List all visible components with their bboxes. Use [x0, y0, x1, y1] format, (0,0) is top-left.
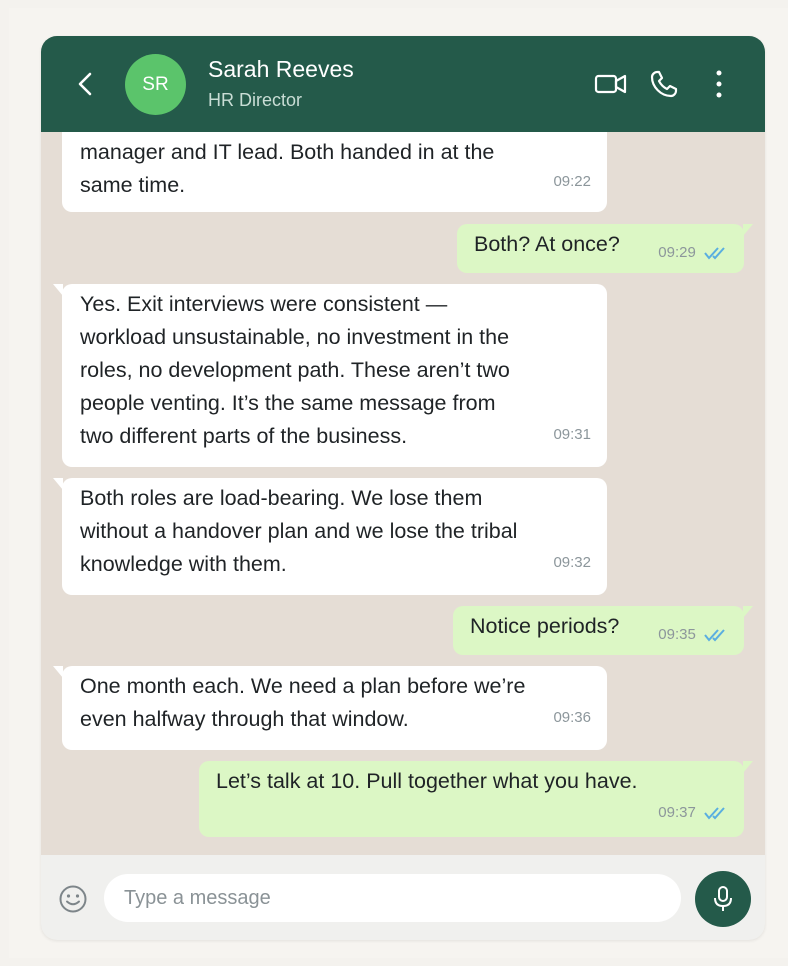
message-time: 09:37: [658, 804, 696, 821]
message-text-line: Let’s talk at 10. Pull together what you…: [216, 769, 638, 793]
message-text-line: Both roles are load-bearing. We lose the…: [80, 486, 483, 510]
video-camera-icon[interactable]: [594, 68, 628, 100]
message-time: 09:29: [658, 244, 696, 261]
message-time: 09:35: [658, 626, 696, 643]
message-outgoing[interactable]: Let’s talk at 10. Pull together what you…: [199, 761, 753, 837]
message-text-line: even halfway through that window.: [80, 707, 409, 731]
microphone-icon: [714, 886, 732, 911]
message-incoming[interactable]: manager and IT lead. Both handed in at t…: [62, 132, 607, 212]
emoji-icon[interactable]: [58, 884, 88, 914]
message-input[interactable]: [104, 874, 681, 922]
bubble-tail: [53, 666, 63, 678]
message-text-line: Notice periods?: [470, 614, 620, 638]
contact-role: HR Director: [208, 90, 303, 110]
message-text-line: Both? At once?: [474, 232, 620, 256]
message-text-line: workload unsustainable, no investment in…: [80, 325, 510, 349]
message-text-line: without a handover plan and we lose the …: [80, 519, 518, 543]
message-meta: 09:29: [658, 236, 730, 269]
double-check-icon: [704, 629, 725, 642]
avatar-initials: SR: [142, 73, 169, 95]
message-time: 09:32: [553, 554, 591, 571]
message-list[interactable]: manager and IT lead. Both handed in at t…: [41, 132, 765, 855]
bubble-tail: [743, 606, 753, 618]
message-text-line: One month each. We need a plan before we…: [80, 674, 526, 698]
mic-button[interactable]: [695, 871, 751, 927]
double-check-icon: [704, 247, 725, 260]
message-text-line: people venting. It’s the same message fr…: [80, 391, 496, 415]
bubble-tail: [743, 224, 753, 236]
bubble-tail: [743, 761, 753, 773]
message-time: 09:31: [553, 426, 591, 443]
message-text-line: knowledge with them.: [80, 552, 287, 576]
double-check-icon: [704, 807, 725, 820]
message-outgoing[interactable]: Both? At once? 09:29: [457, 224, 753, 273]
message-text-line: Yes. Exit interviews were consistent —: [80, 292, 448, 316]
message-meta: 09:35: [658, 618, 730, 651]
chevron-left-icon[interactable]: [75, 70, 95, 98]
message-text-line: manager and IT lead. Both handed in at t…: [80, 140, 495, 164]
more-vertical-icon[interactable]: [709, 68, 729, 100]
message-time: 09:22: [553, 173, 591, 190]
message-time: 09:36: [553, 709, 591, 726]
chat-header: SR Sarah Reeves HR Director: [41, 36, 765, 132]
message-incoming[interactable]: One month each. We need a plan before we…: [53, 666, 607, 750]
message-incoming[interactable]: Yes. Exit interviews were consistent — w…: [53, 284, 607, 467]
message-meta: 09:37: [658, 796, 730, 829]
composer-bar: [41, 855, 765, 940]
chat-window: SR Sarah Reeves HR Director manager and …: [41, 36, 765, 940]
phone-icon[interactable]: [648, 68, 682, 100]
avatar[interactable]: SR: [125, 54, 186, 115]
message-incoming[interactable]: Both roles are load-bearing. We lose the…: [53, 478, 607, 595]
bubble-tail: [53, 284, 63, 296]
message-text-line: two different parts of the business.: [80, 424, 408, 448]
bubble-tail: [53, 478, 63, 490]
message-outgoing[interactable]: Notice periods? 09:35: [453, 606, 753, 655]
message-text-line: roles, no development path. These aren’t…: [80, 358, 510, 382]
message-text-line: same time.: [80, 173, 186, 197]
contact-name[interactable]: Sarah Reeves: [208, 56, 354, 83]
